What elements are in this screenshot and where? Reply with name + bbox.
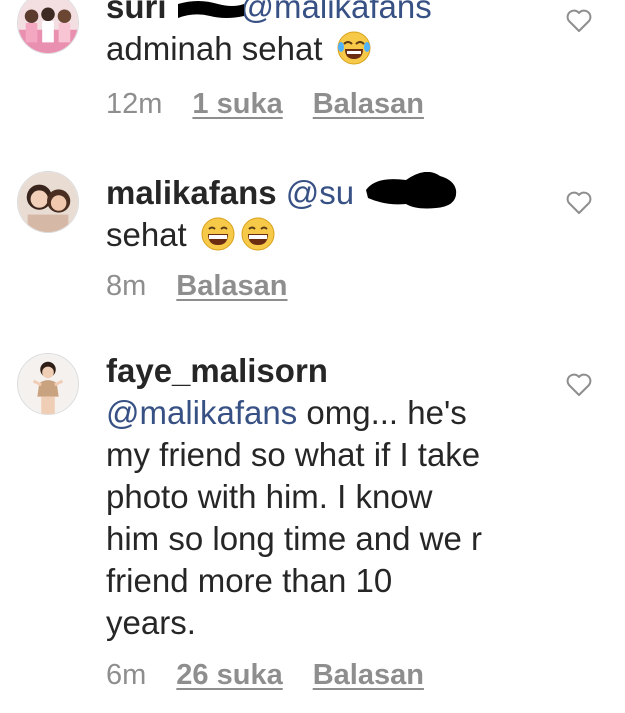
comment-text: years. bbox=[106, 604, 196, 641]
comment-header-line: faye_malisorn bbox=[106, 350, 550, 392]
comment-meta: 6m 26 suka Balasan bbox=[106, 657, 454, 693]
comment-time: 12m bbox=[106, 88, 163, 120]
heart-icon[interactable] bbox=[566, 9, 592, 33]
comment-header-line: malikafans @su bbox=[106, 172, 550, 214]
comment-text: photo with him. I know bbox=[106, 478, 433, 515]
comment-text-line: friend more than 10 bbox=[106, 560, 550, 602]
comment-mention[interactable]: @malikafans bbox=[241, 0, 432, 25]
grinning-emoji-icon bbox=[200, 216, 236, 252]
comment-meta: 8m Balasan bbox=[106, 268, 318, 304]
comment-text: omg... he's bbox=[297, 394, 467, 431]
comment-mention[interactable]: @malikafans bbox=[106, 394, 297, 431]
avatar[interactable] bbox=[17, 171, 79, 233]
likes-count-link[interactable]: 1 suka bbox=[192, 86, 282, 122]
comment-time: 6m bbox=[106, 659, 147, 691]
comment-text-line: @malikafans omg... he's bbox=[106, 392, 550, 434]
avatar[interactable] bbox=[17, 0, 79, 54]
redaction-mark bbox=[364, 171, 460, 210]
comment-text: friend more than 10 bbox=[106, 562, 393, 599]
comment-username[interactable]: malikafans bbox=[106, 174, 277, 211]
reply-button[interactable]: Balasan bbox=[176, 268, 287, 304]
comment-text: sehat bbox=[106, 216, 187, 253]
heart-icon[interactable] bbox=[566, 373, 592, 397]
comment-text: adminah sehat bbox=[106, 30, 323, 67]
likes-count-link[interactable]: 26 suka bbox=[176, 657, 282, 693]
comment-meta: 12m 1 suka Balasan bbox=[106, 86, 454, 122]
comment-text-line: my friend so what if I take bbox=[106, 434, 550, 476]
reply-button[interactable]: Balasan bbox=[313, 657, 424, 693]
comment-text: my friend so what if I take bbox=[106, 436, 481, 473]
grinning-emoji-icon bbox=[240, 216, 276, 252]
laughing-crying-emoji-icon bbox=[336, 30, 372, 66]
comment-text-line: photo with him. I know bbox=[106, 476, 550, 518]
avatar[interactable] bbox=[17, 353, 79, 415]
comment-text: him so long time and we r bbox=[106, 520, 483, 557]
comment-text-line: adminah sehat bbox=[106, 28, 550, 70]
comment-mention[interactable]: @su bbox=[286, 174, 354, 211]
comment-text-line: him so long time and we r bbox=[106, 518, 550, 560]
comment-username[interactable]: faye_malisorn bbox=[106, 352, 328, 389]
redaction-mark bbox=[176, 0, 246, 20]
heart-icon[interactable] bbox=[566, 191, 592, 215]
comment-header-line: suri @malikafans bbox=[106, 0, 550, 28]
comment-time: 8m bbox=[106, 270, 147, 302]
comment-text-line: years. bbox=[106, 602, 550, 644]
comment-username[interactable]: suri bbox=[106, 0, 167, 25]
comment-text-line: sehat bbox=[106, 214, 550, 256]
reply-button[interactable]: Balasan bbox=[313, 86, 424, 122]
